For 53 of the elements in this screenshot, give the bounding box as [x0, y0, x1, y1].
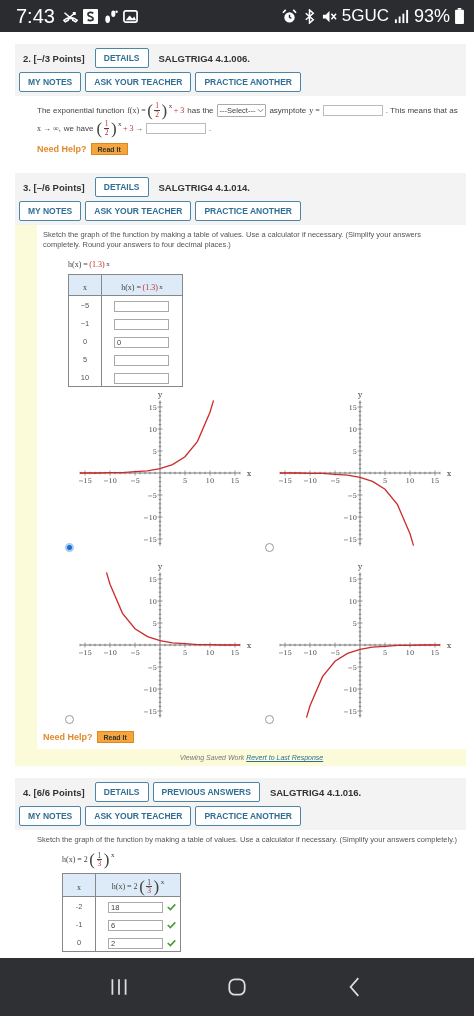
clock-time: 7:43 — [16, 4, 55, 28]
battery-icon — [455, 8, 464, 24]
header-button[interactable]: DETAILS — [94, 48, 149, 68]
math-formula: x → ∞, — [37, 124, 61, 133]
tool-button[interactable]: ASK YOUR TEACHER — [85, 806, 192, 827]
header-button[interactable]: DETAILS — [94, 177, 149, 197]
image-icon — [122, 8, 138, 24]
radio-button[interactable] — [65, 715, 74, 725]
tool-button[interactable]: PRACTICE ANOTHER — [195, 806, 301, 827]
question-text: . This means that as — [385, 106, 458, 115]
answer-field[interactable] — [114, 354, 169, 366]
mute-icon — [321, 8, 337, 24]
radio-button[interactable] — [65, 543, 74, 553]
column-header: x — [62, 873, 96, 897]
tool-button[interactable]: MY NOTES — [19, 72, 82, 92]
signal-icon — [393, 8, 409, 24]
help-label: Need Help? — [43, 732, 93, 743]
tool-button[interactable]: MY NOTES — [19, 806, 82, 827]
answer-field[interactable] — [114, 318, 169, 330]
question-text: The exponential function — [37, 106, 125, 115]
alarm-icon — [281, 8, 297, 24]
tool-button[interactable]: PRACTICE ANOTHER — [195, 201, 301, 221]
help-label: Need Help? — [37, 144, 87, 154]
tool-button[interactable]: MY NOTES — [19, 201, 82, 221]
answer-field[interactable] — [146, 123, 207, 134]
tool-button[interactable]: ASK YOUR TEACHER — [85, 201, 192, 221]
radio-button[interactable] — [265, 543, 274, 553]
home-icon[interactable] — [226, 976, 248, 998]
question-text: asymptote — [269, 106, 307, 115]
answer-field[interactable] — [114, 300, 169, 312]
footprints-icon — [102, 8, 118, 24]
tool-button[interactable]: ASK YOUR TEACHER — [85, 72, 192, 92]
question-code: SALGTRIG4 4.1.016. — [268, 786, 362, 798]
network-label: 5GUC — [341, 6, 389, 26]
column-header: x — [68, 274, 102, 296]
question-text: has the — [187, 106, 214, 115]
question-points: 2. [–/3 Points] — [22, 52, 86, 64]
answer-field[interactable] — [114, 372, 169, 384]
app-icon — [82, 8, 98, 24]
tool-button[interactable]: PRACTICE ANOTHER — [195, 72, 301, 92]
caret-icon — [257, 108, 265, 113]
radio-button[interactable] — [265, 715, 274, 725]
question-code: SALGTRIG4 4.1.014. — [157, 181, 250, 193]
question-text: . — [209, 124, 212, 133]
answer-field[interactable] — [322, 105, 383, 116]
header-button[interactable]: PREVIOUS ANSWERS — [152, 782, 260, 803]
math-formula: y = — [309, 106, 320, 115]
question-code: SALGTRIG4 4.1.006. — [157, 52, 250, 64]
battery-percent: 93% — [413, 5, 450, 27]
header-button[interactable]: DETAILS — [94, 782, 149, 803]
question-text: we have — [63, 124, 94, 133]
question-points: 4. [6/6 Points] — [22, 786, 86, 798]
question-points: 3. [–/6 Points] — [22, 181, 86, 193]
